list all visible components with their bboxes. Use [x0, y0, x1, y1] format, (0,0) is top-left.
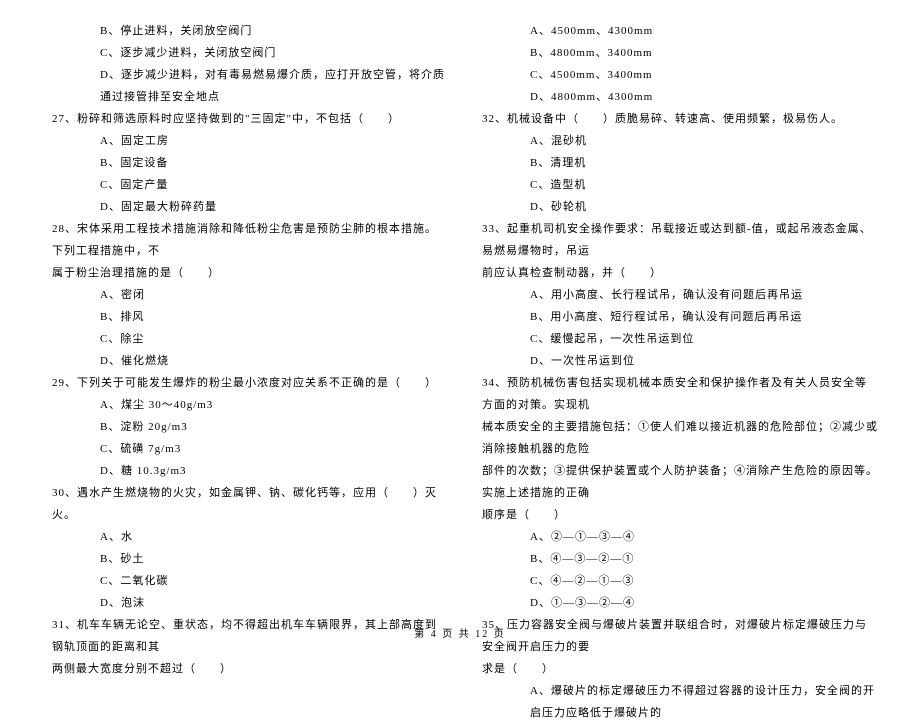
- option-item: A、爆破片的标定爆破压力不得超过容器的设计压力，安全阀的开启压力应略低于爆破片的: [472, 680, 878, 724]
- option-item: C、造型机: [472, 174, 878, 196]
- option-item: C、4500mm、3400mm: [472, 64, 878, 86]
- question-27: 27、粉碎和筛选原料时应坚持做到的"三固定"中，不包括（ ）: [42, 108, 448, 130]
- option-item: D、催化燃烧: [42, 350, 448, 372]
- option-item: C、固定产量: [42, 174, 448, 196]
- option-item: C、除尘: [42, 328, 448, 350]
- question-33-cont: 前应认真检查制动器，并（ ）: [472, 262, 878, 284]
- page-footer: 第 4 页 共 12 页: [0, 625, 920, 640]
- option-item: A、②—①—③—④: [472, 526, 878, 548]
- option-item: B、固定设备: [42, 152, 448, 174]
- option-item: D、泡沫: [42, 592, 448, 614]
- option-item: B、淀粉 20g/m3: [42, 416, 448, 438]
- option-item: A、固定工房: [42, 130, 448, 152]
- question-30: 30、遇水产生燃烧物的火灾，如金属钾、钠、碳化钙等，应用（ ）灭火。: [42, 482, 448, 526]
- option-item: B、清理机: [472, 152, 878, 174]
- option-item: B、排风: [42, 306, 448, 328]
- option-item: B、④—③—②—①: [472, 548, 878, 570]
- option-item: A、煤尘 30～40g/m3: [42, 394, 448, 416]
- question-34-cont2: 部件的次数；③提供保护装置或个人防护装备；④消除产生危险的原因等。实施上述措施的…: [472, 460, 878, 504]
- option-item: A、4500mm、4300mm: [472, 20, 878, 42]
- question-28: 28、宋体采用工程技术措施消除和降低粉尘危害是预防尘肺的根本措施。下列工程措施中…: [42, 218, 448, 262]
- question-28-cont: 属于粉尘治理措施的是（ ）: [42, 262, 448, 284]
- option-item: C、④—②—①—③: [472, 570, 878, 592]
- left-column: B、停止进料，关闭放空阀门 C、逐步减少进料，关闭放空阀门 D、逐步减少进料，对…: [30, 20, 460, 590]
- option-item: D、糖 10.3g/m3: [42, 460, 448, 482]
- question-35-cont: 求是（ ）: [472, 658, 878, 680]
- question-29: 29、下列关于可能发生爆炸的粉尘最小浓度对应关系不正确的是（ ）: [42, 372, 448, 394]
- option-item: D、4800mm、4300mm: [472, 86, 878, 108]
- option-item: B、用小高度、短行程试吊，确认没有问题后再吊运: [472, 306, 878, 328]
- option-item: D、砂轮机: [472, 196, 878, 218]
- option-item: B、砂土: [42, 548, 448, 570]
- option-item: A、密闭: [42, 284, 448, 306]
- option-item: C、缓慢起吊，一次性吊运到位: [472, 328, 878, 350]
- question-34: 34、预防机械伤害包括实现机械本质安全和保护操作者及有关人员安全等方面的对策。实…: [472, 372, 878, 416]
- option-item: D、逐步减少进料，对有毒易燃易爆介质，应打开放空管，将介质通过接管排至安全地点: [42, 64, 448, 108]
- question-31-cont: 两侧最大宽度分别不超过（ ）: [42, 658, 448, 680]
- option-item: B、4800mm、3400mm: [472, 42, 878, 64]
- option-item: A、用小高度、长行程试吊，确认没有问题后再吊运: [472, 284, 878, 306]
- option-item: D、固定最大粉碎药量: [42, 196, 448, 218]
- option-item: C、硫磺 7g/m3: [42, 438, 448, 460]
- question-33: 33、起重机司机安全操作要求：吊载接近或达到额-值，或起吊液态金属、易燃易爆物时…: [472, 218, 878, 262]
- option-item: D、一次性吊运到位: [472, 350, 878, 372]
- question-34-cont3: 顺序是（ ）: [472, 504, 878, 526]
- option-item: A、混砂机: [472, 130, 878, 152]
- question-32: 32、机械设备中（ ）质脆易碎、转速高、使用频繁，极易伤人。: [472, 108, 878, 130]
- right-column: A、4500mm、4300mm B、4800mm、3400mm C、4500mm…: [460, 20, 890, 590]
- option-item: A、水: [42, 526, 448, 548]
- option-item: D、①—③—②—④: [472, 592, 878, 614]
- option-item: B、停止进料，关闭放空阀门: [42, 20, 448, 42]
- question-34-cont1: 械本质安全的主要措施包括：①使人们难以接近机器的危险部位；②减少或消除接触机器的…: [472, 416, 878, 460]
- page-container: B、停止进料，关闭放空阀门 C、逐步减少进料，关闭放空阀门 D、逐步减少进料，对…: [0, 0, 920, 620]
- option-item: C、二氧化碳: [42, 570, 448, 592]
- option-item: C、逐步减少进料，关闭放空阀门: [42, 42, 448, 64]
